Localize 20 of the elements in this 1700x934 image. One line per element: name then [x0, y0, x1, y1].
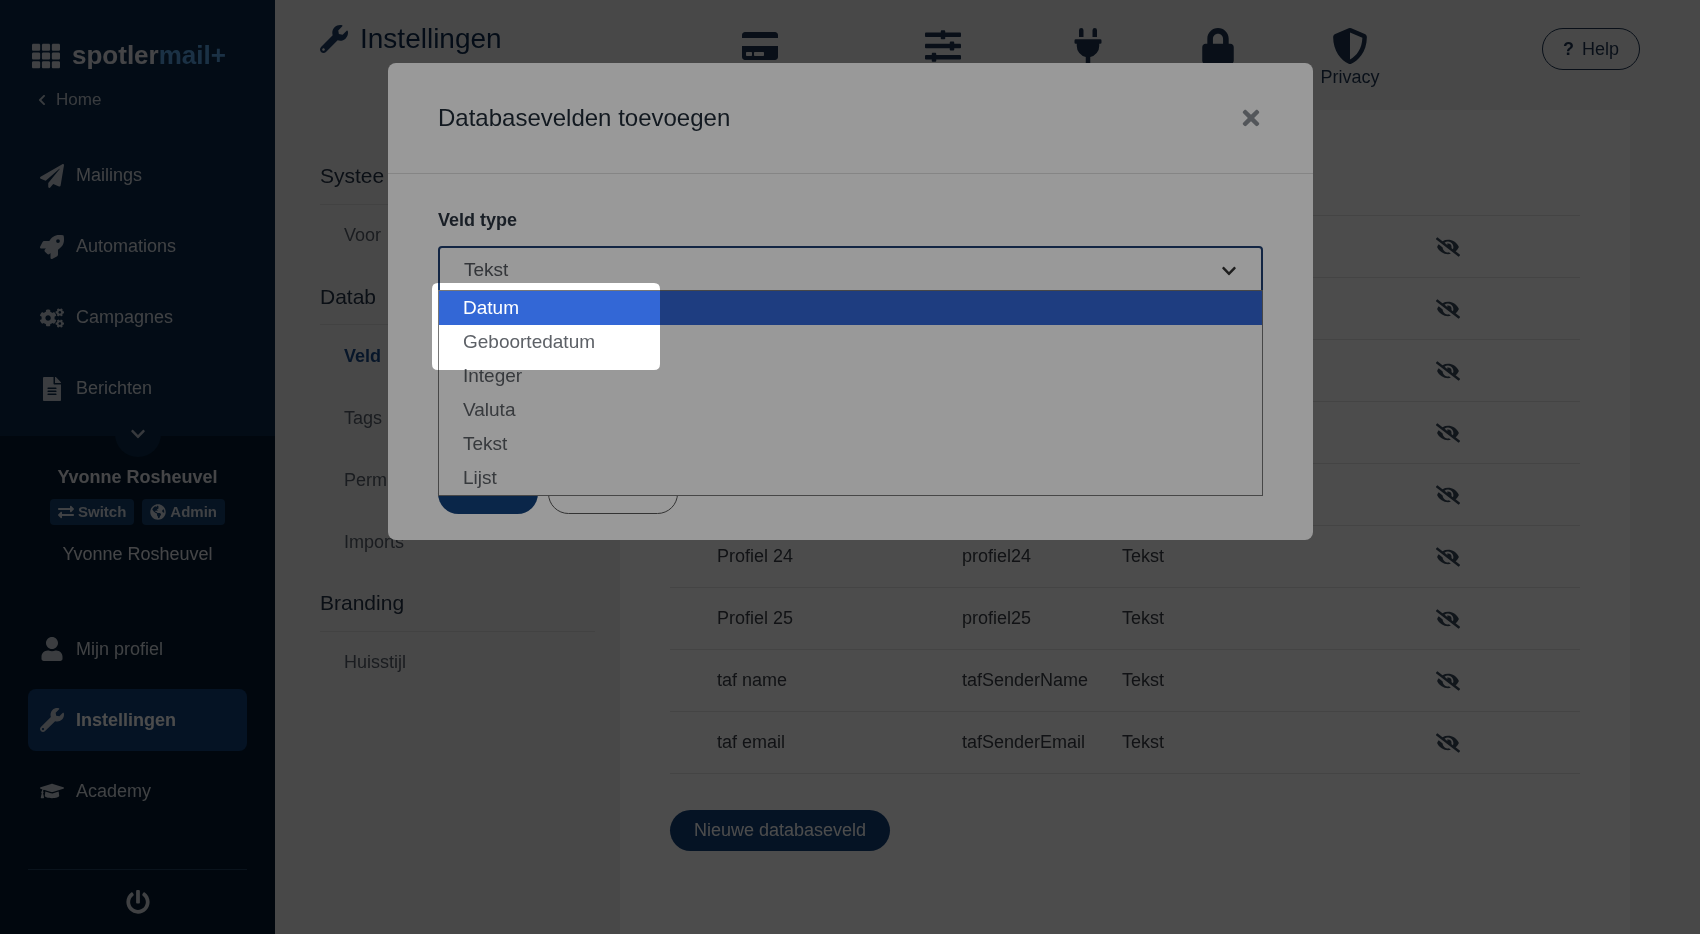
table-cell-text: Tekst: [1122, 607, 1165, 630]
page-title: Instellingen: [360, 22, 502, 56]
table-cell-text: Profiel 24: [717, 545, 795, 568]
user-name: Yvonne Rosheuvel: [56, 465, 219, 489]
table-cell-text: Profiel 25: [717, 607, 795, 630]
modal-title: Databasevelden toevoegen: [438, 103, 731, 133]
nav-heading: Systee: [320, 164, 385, 187]
nav-heading: Branding: [320, 591, 405, 614]
table-cell-text: profiel24: [962, 545, 1033, 568]
table-cell-text: tafSenderEmail: [962, 731, 1087, 754]
table-cell-text: Tekst: [1122, 669, 1165, 692]
table-cell-text: taf email: [717, 731, 787, 754]
nav-heading: Datab: [320, 284, 377, 308]
table-cell-text: Tekst: [1122, 731, 1165, 754]
table-cell-text: tafSenderName: [962, 669, 1090, 692]
account-name: Yvonne Rosheuvel: [61, 543, 214, 566]
field-label: Veld type: [438, 209, 519, 232]
table-cell-text: Tekst: [1122, 545, 1165, 568]
table-cell-text: profiel25: [962, 607, 1033, 630]
table-cell-text: taf name: [717, 669, 789, 692]
